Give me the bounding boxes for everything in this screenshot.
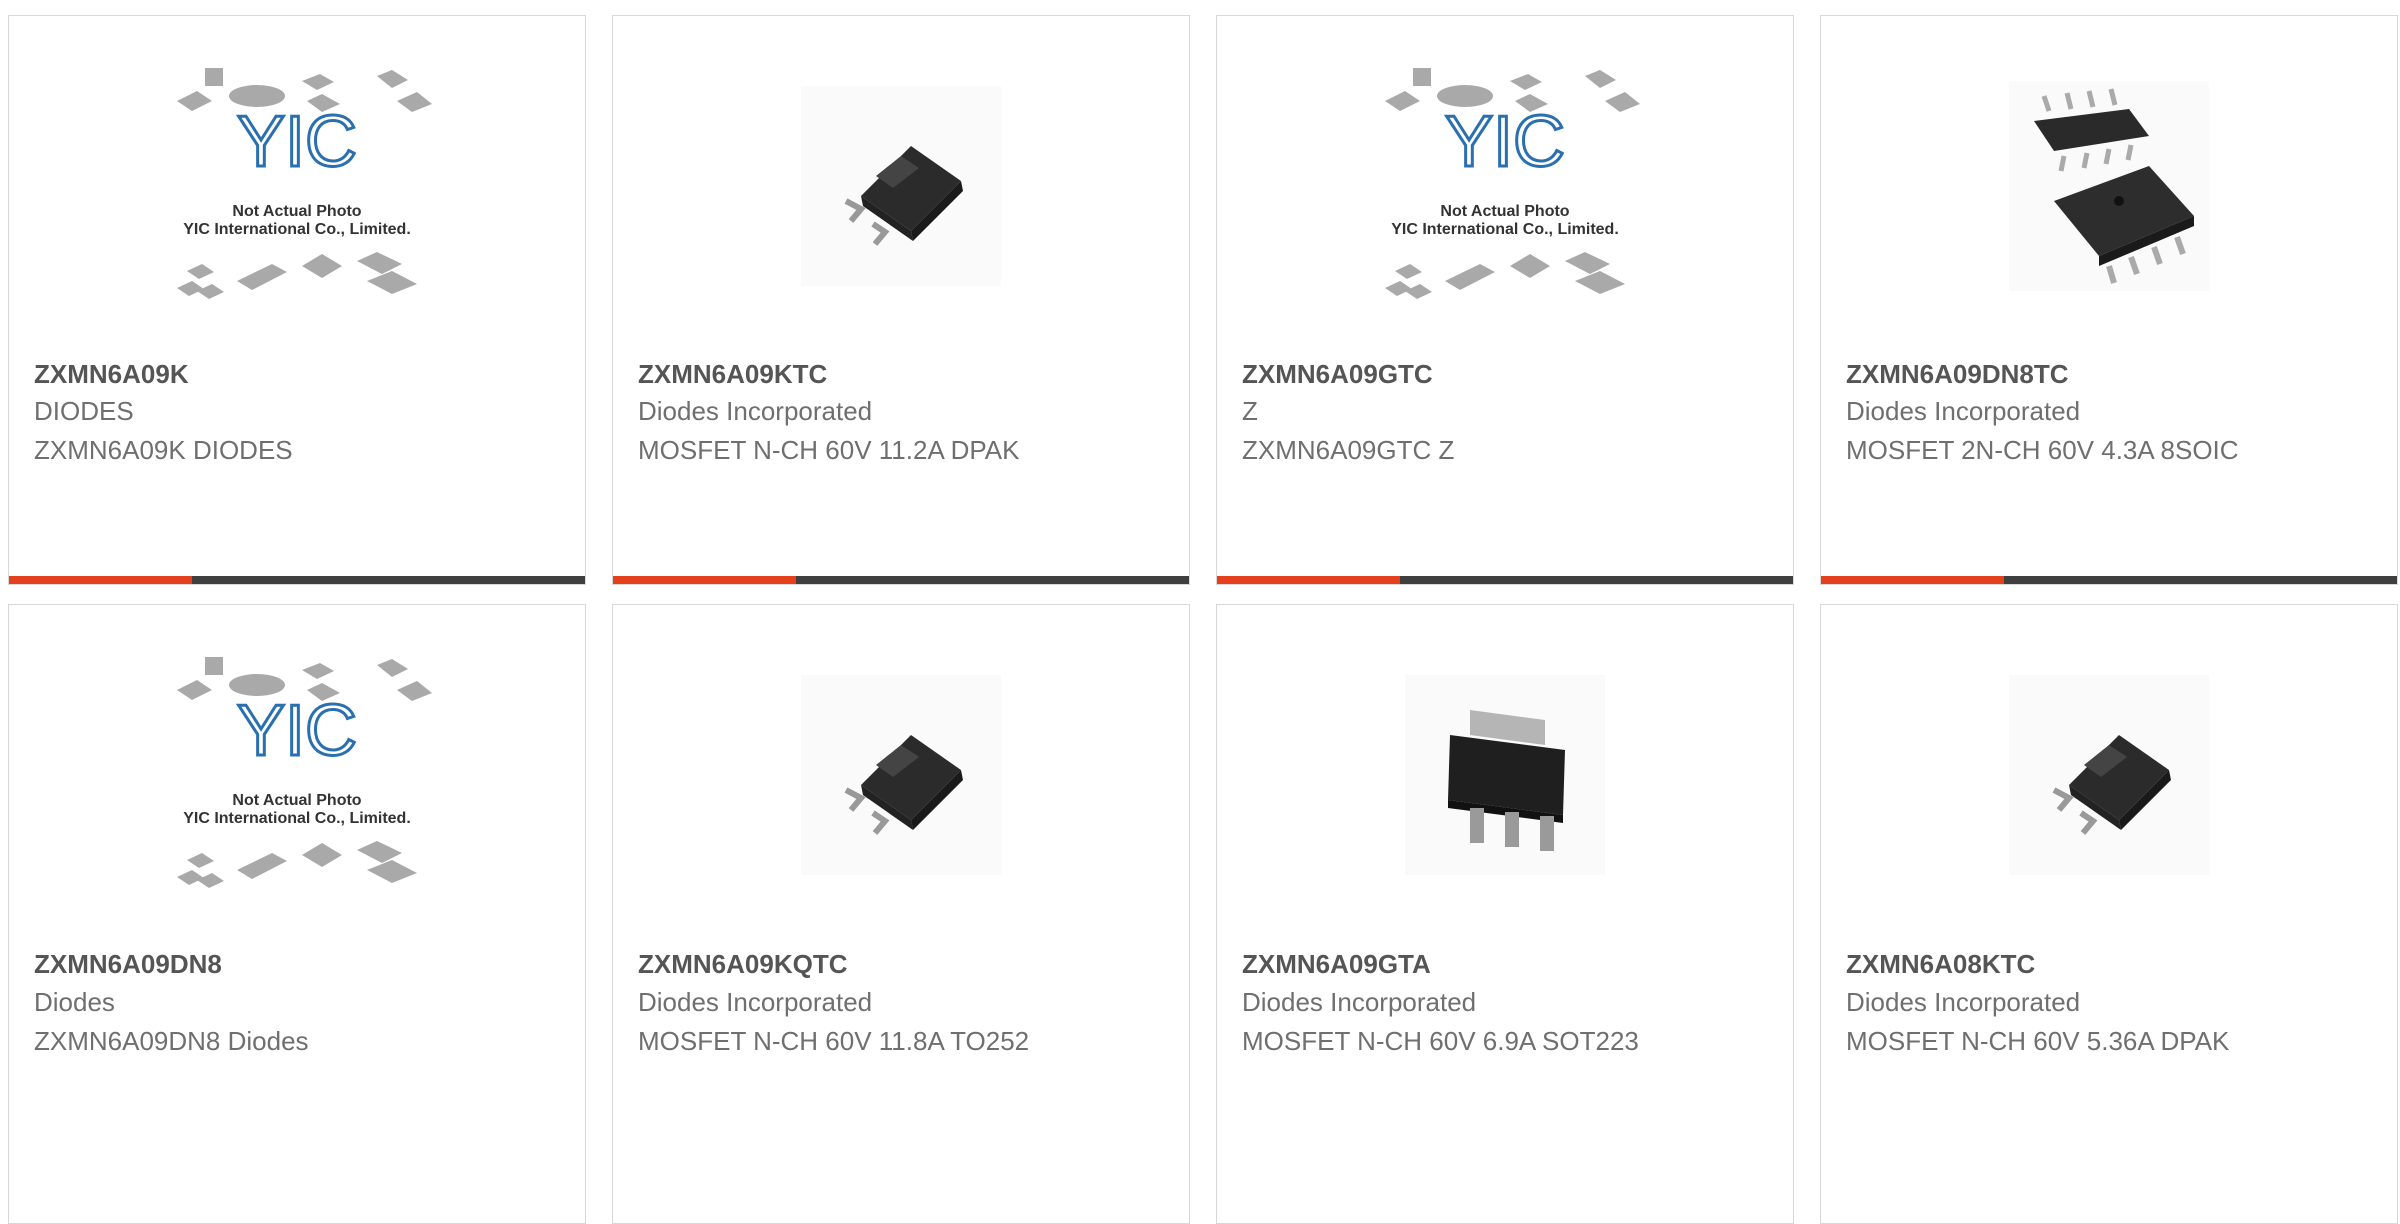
part-number[interactable]: ZXMN6A09K [34,359,189,390]
description: ZXMN6A09DN8 Diodes [34,1026,309,1056]
card-bottom-bar [613,576,1189,584]
not-actual-photo-image: YIC Not Actual Photo YIC International C… [1385,68,1640,299]
svg-text:Not Actual Photo: Not Actual Photo [232,792,361,809]
part-number[interactable]: ZXMN6A09KTC [638,359,827,390]
part-number[interactable]: ZXMN6A09GTC [1242,359,1433,390]
manufacturer: Diodes Incorporated [638,987,873,1017]
card-accent-bar [1217,576,1400,584]
card-bottom-bar [1821,576,2397,584]
manufacturer: Diodes Incorporated [638,396,873,426]
part-number[interactable]: ZXMN6A09DN8 [34,949,222,980]
product-image[interactable] [1217,605,1793,945]
card-accent-bar [1821,576,2004,584]
product-card[interactable]: ZXMN6A09KTC Diodes Incorporated MOSFET N… [612,15,1190,585]
product-image[interactable] [613,605,1189,945]
not-actual-photo-image: YIC Not Actual Photo YIC International C… [177,657,432,888]
svg-text:YIC: YIC [237,102,357,182]
dpak-package-image [801,86,1001,286]
card-bottom-bar [9,576,585,584]
manufacturer: Diodes [34,987,115,1017]
description: MOSFET 2N-CH 60V 4.3A 8SOIC [1846,435,2239,465]
description: ZXMN6A09K DIODES [34,435,293,465]
soic8-package-image [2009,81,2209,291]
part-number[interactable]: ZXMN6A09KQTC [638,949,847,980]
product-card[interactable]: YIC Not Actual Photo YIC International C… [8,15,586,585]
product-card[interactable]: ZXMN6A08KTC Diodes Incorporated MOSFET N… [1820,604,2398,1224]
description: MOSFET N-CH 60V 6.9A SOT223 [1242,1026,1639,1056]
product-card[interactable]: YIC Not Actual Photo YIC International C… [1216,15,1794,585]
manufacturer: Diodes Incorporated [1846,987,2081,1017]
product-card[interactable]: ZXMN6A09DN8TC Diodes Incorporated MOSFET… [1820,15,2398,585]
card-bottom-bar [1217,576,1793,584]
svg-text:YIC International Co., Limited: YIC International Co., Limited. [183,221,411,238]
not-actual-photo-image: YIC Not Actual Photo YIC International C… [177,68,432,299]
svg-text:YIC International Co., Limited: YIC International Co., Limited. [183,810,411,827]
description: MOSFET N-CH 60V 11.2A DPAK [638,435,1020,465]
card-accent-bar [613,576,796,584]
manufacturer: Z [1242,396,1258,426]
description: ZXMN6A09GTC Z [1242,435,1455,465]
svg-text:YIC: YIC [1445,102,1565,182]
product-image[interactable]: YIC Not Actual Photo YIC International C… [1217,16,1793,356]
product-image[interactable] [1821,16,2397,356]
part-number[interactable]: ZXMN6A08KTC [1846,949,2035,980]
product-image[interactable] [1821,605,2397,945]
description: MOSFET N-CH 60V 5.36A DPAK [1846,1026,2230,1056]
card-accent-bar [9,576,192,584]
svg-text:Not Actual Photo: Not Actual Photo [232,203,361,220]
svg-text:Not Actual Photo: Not Actual Photo [1440,203,1569,220]
sot223-package-image [1405,675,1605,875]
description: MOSFET N-CH 60V 11.8A TO252 [638,1026,1030,1056]
product-image[interactable]: YIC Not Actual Photo YIC International C… [9,605,585,945]
manufacturer: Diodes Incorporated [1846,396,2081,426]
dpak-package-image [801,675,1001,875]
part-number[interactable]: ZXMN6A09GTA [1242,949,1431,980]
product-image[interactable] [613,16,1189,356]
svg-text:YIC: YIC [237,691,357,771]
manufacturer: DIODES [34,396,134,426]
product-card[interactable]: YIC Not Actual Photo YIC International C… [8,604,586,1224]
dpak-package-image [2009,675,2209,875]
product-image[interactable]: YIC Not Actual Photo YIC International C… [9,16,585,356]
part-number[interactable]: ZXMN6A09DN8TC [1846,359,2069,390]
svg-text:YIC International Co., Limited: YIC International Co., Limited. [1391,221,1619,238]
product-grid: YIC Not Actual Photo YIC International C… [0,0,2400,1224]
manufacturer: Diodes Incorporated [1242,987,1477,1017]
product-card[interactable]: ZXMN6A09GTA Diodes Incorporated MOSFET N… [1216,604,1794,1224]
product-card[interactable]: ZXMN6A09KQTC Diodes Incorporated MOSFET … [612,604,1190,1224]
